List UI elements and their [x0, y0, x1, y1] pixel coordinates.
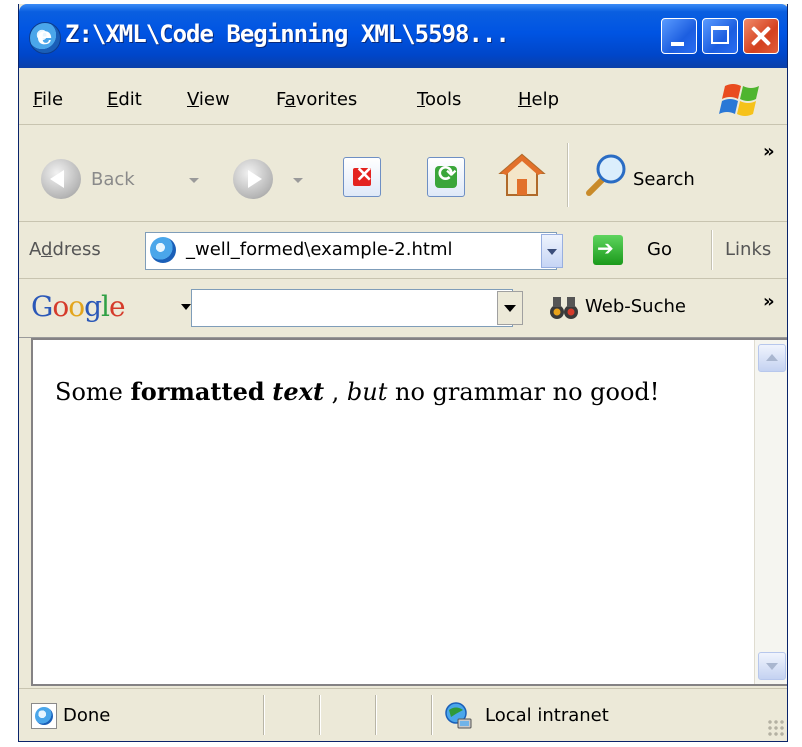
status-separator: [263, 695, 265, 735]
back-label[interactable]: Back: [91, 169, 135, 190]
go-arrow-icon[interactable]: [593, 235, 623, 265]
google-toolbar: Google Web-Suche »: [19, 279, 787, 338]
links-separator: [711, 230, 713, 270]
google-search-dropdown-icon[interactable]: [497, 291, 523, 325]
title-bar[interactable]: Z:\XML\Code Beginning XML\5598...: [19, 4, 787, 68]
toolbar-more-chevron[interactable]: »: [763, 141, 775, 162]
stop-icon[interactable]: [343, 157, 381, 197]
browser-window: Z:\XML\Code Beginning XML\5598... File E…: [18, 4, 788, 742]
links-button[interactable]: Links: [725, 239, 771, 260]
intranet-zone-icon: [445, 702, 472, 729]
address-dropdown-icon[interactable]: [541, 234, 563, 268]
address-input[interactable]: _well_formed\example-2.html: [145, 232, 557, 270]
back-icon[interactable]: [41, 159, 81, 199]
resize-grip[interactable]: [767, 719, 785, 737]
menu-edit[interactable]: Edit: [107, 89, 142, 110]
menu-favorites[interactable]: Favorites: [276, 89, 357, 110]
menu-view[interactable]: View: [187, 89, 230, 110]
web-search-button[interactable]: Web-Suche: [585, 296, 686, 317]
search-label[interactable]: Search: [633, 169, 695, 190]
windows-flag-icon: [719, 84, 759, 116]
menu-file[interactable]: File: [33, 89, 63, 110]
scroll-up-button[interactable]: [758, 344, 786, 372]
toolbar-separator: [567, 143, 569, 207]
minimize-button[interactable]: [661, 18, 697, 54]
maximize-button[interactable]: [702, 18, 738, 54]
scroll-down-button[interactable]: [758, 652, 786, 680]
address-bar: Address _well_formed\example-2.html Go L…: [19, 222, 787, 279]
close-button[interactable]: [743, 18, 779, 54]
page-content[interactable]: Some formatted text , but no grammar no …: [31, 338, 787, 686]
window-title: Z:\XML\Code Beginning XML\5598...: [65, 20, 510, 48]
bold-text: formatted: [130, 377, 265, 406]
page-status-icon: [31, 703, 57, 729]
status-bar: Done Local intranet: [19, 688, 787, 741]
status-separator: [431, 695, 433, 735]
bold-italic-text: text: [272, 377, 325, 406]
google-more-chevron[interactable]: »: [763, 291, 775, 312]
status-separator: [319, 695, 321, 735]
ie-icon: [29, 21, 61, 54]
menu-tools[interactable]: Tools: [417, 89, 461, 110]
search-icon[interactable]: [583, 151, 629, 199]
page-text: Some formatted text , but no grammar no …: [55, 377, 660, 406]
google-search-input[interactable]: [191, 289, 513, 327]
address-label: Address: [29, 239, 101, 260]
go-button[interactable]: Go: [647, 239, 672, 260]
status-text: Done: [63, 705, 111, 726]
forward-icon[interactable]: [233, 159, 273, 199]
binoculars-icon[interactable]: [549, 295, 579, 321]
forward-dropdown-icon[interactable]: [293, 178, 303, 183]
google-menu-dropdown-icon[interactable]: [181, 304, 191, 310]
page-icon: [150, 237, 176, 263]
home-icon[interactable]: [497, 151, 547, 199]
italic-text: but: [346, 378, 388, 406]
status-separator: [375, 695, 377, 735]
address-url: _well_formed\example-2.html: [186, 239, 453, 260]
vertical-scrollbar[interactable]: [754, 340, 787, 684]
security-zone-text: Local intranet: [485, 705, 609, 726]
menu-help[interactable]: Help: [518, 89, 559, 110]
back-dropdown-icon[interactable]: [189, 178, 199, 183]
refresh-icon[interactable]: [427, 157, 465, 197]
google-logo[interactable]: Google: [31, 290, 126, 323]
standard-toolbar: Back Search »: [19, 125, 787, 222]
menu-bar: File Edit View Favorites Tools Help: [19, 68, 787, 125]
